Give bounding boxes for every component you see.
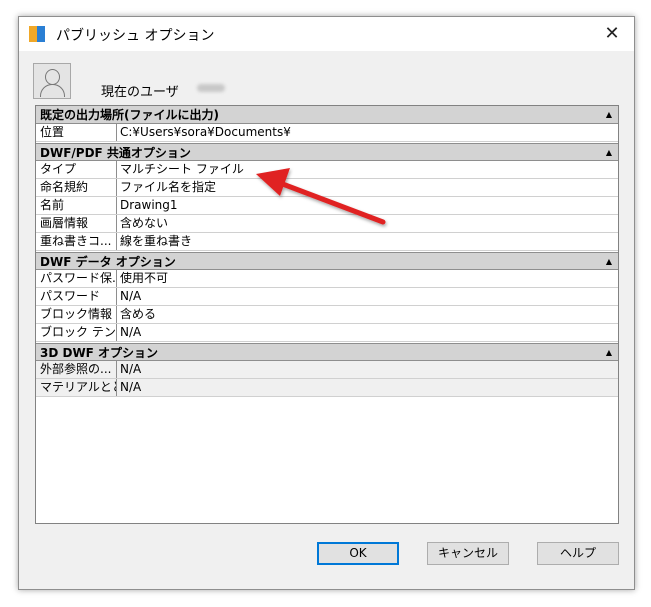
annotation-arrow: [256, 168, 386, 225]
